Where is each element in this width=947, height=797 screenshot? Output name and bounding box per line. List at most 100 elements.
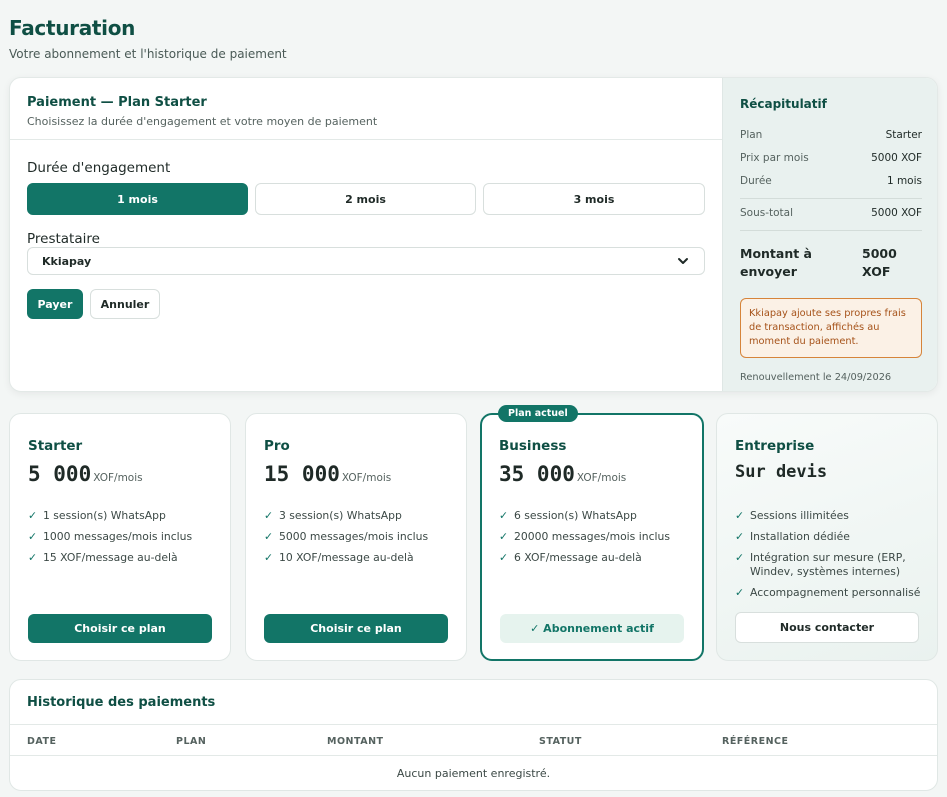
- plan-name: Starter: [28, 438, 83, 454]
- feature-item: ✓ 6 session(s) WhatsApp: [499, 509, 637, 522]
- column-header-amount: MONTANT: [327, 736, 384, 747]
- summary-value: 5000 XOF: [871, 206, 922, 219]
- cancel-button[interactable]: Annuler: [90, 289, 160, 319]
- active-subscription-button: ✓ Abonnement actif: [500, 614, 684, 643]
- plan-price-quote: Sur devis: [735, 462, 828, 482]
- feature-item: ✓ 3 session(s) WhatsApp: [264, 509, 402, 522]
- duration-3-months-button[interactable]: 3 mois: [483, 183, 705, 215]
- payment-description: Choisissez la durée d'engagement et votr…: [27, 115, 378, 128]
- pay-button[interactable]: Payer: [27, 289, 83, 319]
- check-icon: ✓: [28, 509, 38, 522]
- duration-1-month-button[interactable]: 1 mois: [27, 183, 248, 215]
- history-empty-message: Aucun paiement enregistré.: [396, 767, 551, 780]
- check-icon: ✓: [499, 530, 509, 543]
- plan-price-amount: 35 000: [499, 462, 575, 486]
- summary-value: 1 mois: [886, 174, 922, 187]
- summary-row-subtotal: Sous-total 5000 XOF: [740, 201, 922, 224]
- feature-item: ✓ 10 XOF/message au-delà: [264, 551, 414, 564]
- feature-item: ✓ 6 XOF/message au-delà: [499, 551, 642, 564]
- plan-card-pro: Pro 15 000 XOF/mois ✓ 3 session(s) WhatsA…: [245, 413, 467, 661]
- feature-list: ✓ 3 session(s) WhatsApp ✓ 5000 messages/mo…: [264, 509, 454, 572]
- summary-title: Récapitulatif: [740, 97, 827, 111]
- payment-history: Historique des paiements DATE PLAN MONTA…: [9, 679, 938, 791]
- summary-label: Plan: [740, 128, 763, 141]
- plan-price-unit: XOF/mois: [93, 472, 143, 484]
- check-icon: ✓: [28, 530, 38, 543]
- check-icon: ✓: [499, 509, 509, 522]
- plan-name: Pro: [264, 438, 290, 454]
- provider-label: Prestataire: [27, 231, 100, 247]
- column-header-plan: PLAN: [176, 736, 207, 747]
- plan-price: 15 000 XOF/mois: [264, 462, 391, 486]
- plan-name: Business: [499, 438, 567, 454]
- summary-row-price: Prix par mois 5000 XOF: [740, 146, 922, 169]
- payment-form: Paiement — Plan Starter Choisissez la du…: [10, 78, 722, 391]
- history-title: Historique des paiements: [27, 695, 216, 710]
- summary-value: Starter: [885, 128, 922, 141]
- summary-label: Sous-total: [740, 206, 794, 219]
- total-label: Montant à envoyer: [740, 246, 812, 279]
- page-subtitle: Votre abonnement et l'historique de paie…: [9, 47, 287, 61]
- payment-title: Paiement — Plan Starter: [27, 95, 207, 110]
- feature-item: ✓ 15 XOF/message au-delà: [28, 551, 178, 564]
- provider-select[interactable]: Kkiapay: [27, 247, 705, 275]
- summary-label: Prix par mois: [740, 151, 809, 164]
- feature-item: ✓ Intégration sur mesure (ERP, Windev, sy…: [735, 551, 906, 578]
- check-icon: ✓: [264, 551, 274, 564]
- feature-item: ✓ 20000 messages/mois inclus: [499, 530, 670, 543]
- check-icon: ✓: [735, 530, 745, 543]
- plan-price: 5 000 XOF/mois: [28, 462, 143, 486]
- choose-plan-button[interactable]: Choisir ce plan: [28, 614, 212, 643]
- feature-item: ✓ 1 session(s) WhatsApp: [28, 509, 166, 522]
- plan-card-starter: Starter 5 000 XOF/mois ✓ 1 session(s) Wha…: [9, 413, 231, 661]
- choose-plan-button[interactable]: Choisir ce plan: [264, 614, 448, 643]
- total-value: 5000 XOF: [862, 246, 897, 279]
- feature-item: ✓ Sessions illimitées: [735, 509, 849, 522]
- summary-total: Montant à envoyer 5000 XOF: [740, 237, 922, 281]
- plan-card-business: Plan actuel Business 35 000 XOF/mois ✓ 6 …: [480, 405, 704, 661]
- plan-price-amount: 15 000: [264, 462, 340, 486]
- feature-list: ✓ 6 session(s) WhatsApp ✓ 20000 messages/m…: [499, 509, 690, 572]
- contact-us-button[interactable]: Nous contacter: [735, 612, 919, 643]
- plan-price: 35 000 XOF/mois: [499, 462, 626, 486]
- history-table-header: DATE PLAN MONTANT STATUT RÉFÉRENCE: [10, 724, 937, 756]
- payment-header: Paiement — Plan Starter Choisissez la du…: [10, 78, 722, 140]
- plan-price-unit: XOF/mois: [576, 472, 627, 484]
- check-icon: ✓: [264, 530, 274, 543]
- page-title: Facturation: [9, 16, 136, 40]
- check-icon: ✓: [499, 551, 509, 564]
- duration-2-months-button[interactable]: 2 mois: [255, 183, 476, 215]
- feature-list: ✓ 1 session(s) WhatsApp ✓ 1000 messages/mo…: [28, 509, 218, 572]
- column-header-reference: RÉFÉRENCE: [722, 736, 789, 747]
- plan-price-unit: XOF/mois: [341, 472, 392, 484]
- column-header-date: DATE: [27, 736, 57, 747]
- feature-item: ✓ Accompagnement personnalisé: [735, 586, 921, 599]
- check-icon: ✓: [735, 586, 745, 599]
- feature-list: ✓ Sessions illimitées ✓ Installation dédié…: [735, 509, 925, 607]
- check-icon: ✓: [264, 509, 274, 522]
- provider-select-value: Kkiapay: [42, 254, 92, 268]
- column-header-status: STATUT: [539, 736, 582, 747]
- plan-card-enterprise: Entreprise Sur devis ✓ Sessions illimitée…: [716, 413, 938, 661]
- chevron-down-icon: [678, 258, 688, 264]
- feature-item: ✓ 5000 messages/mois inclus: [264, 530, 429, 543]
- check-icon: ✓: [735, 551, 745, 564]
- feature-item: ✓ Installation dédiée: [735, 530, 850, 543]
- renewal-date: Renouvellement le 24/09/2026: [740, 372, 892, 383]
- fees-warning: Kkiapay ajoute ses propres frais de tran…: [740, 298, 922, 358]
- summary-divider: [740, 198, 922, 199]
- current-plan-badge: Plan actuel: [498, 405, 578, 422]
- summary-row-plan: Plan Starter: [740, 123, 922, 146]
- summary-row-duration: Durée 1 mois: [740, 169, 922, 192]
- check-icon: ✓: [735, 509, 745, 522]
- summary-label: Durée: [740, 174, 772, 187]
- payment-card: Paiement — Plan Starter Choisissez la du…: [9, 77, 938, 392]
- plan-price-amount: 5 000: [28, 462, 92, 486]
- duration-label: Durée d'engagement: [27, 160, 171, 176]
- summary-divider: [740, 230, 922, 231]
- summary-panel: Récapitulatif Plan Starter Prix par mois…: [722, 78, 937, 391]
- check-icon: ✓: [28, 551, 38, 564]
- summary-value: 5000 XOF: [871, 151, 922, 164]
- feature-item: ✓ 1000 messages/mois inclus: [28, 530, 193, 543]
- plan-name: Entreprise: [735, 438, 815, 454]
